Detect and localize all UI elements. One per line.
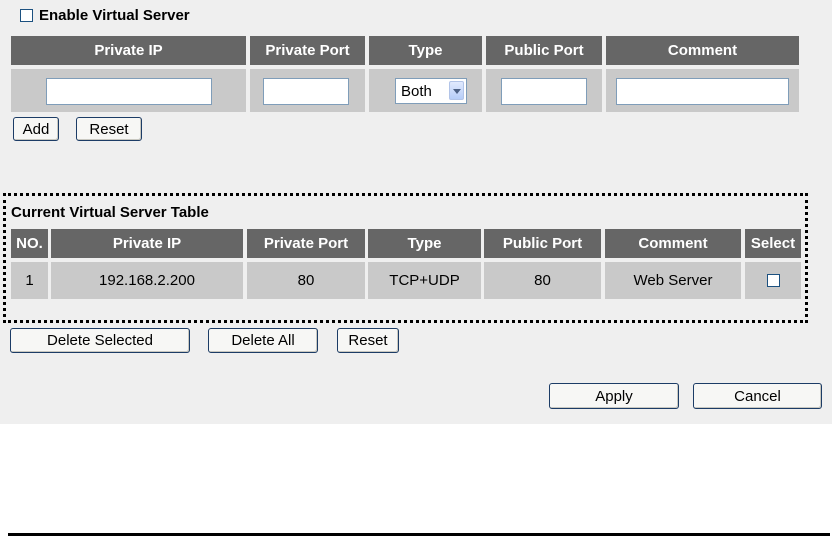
delete-selected-button[interactable]: Delete Selected (10, 328, 190, 353)
table-header-private-ip: Private IP (51, 229, 243, 258)
table-cell-type: TCP+UDP (368, 262, 481, 299)
table-cell-public-port: 80 (484, 262, 601, 299)
table-reset-button[interactable]: Reset (337, 328, 399, 353)
private-ip-input[interactable] (46, 78, 212, 105)
public-port-input[interactable] (501, 78, 587, 105)
apply-button[interactable]: Apply (549, 383, 679, 409)
form-header-public-port: Public Port (486, 36, 602, 65)
add-button[interactable]: Add (13, 117, 59, 141)
current-table-title: Current Virtual Server Table (11, 204, 209, 221)
cancel-button[interactable]: Cancel (693, 383, 822, 409)
table-header-private-port: Private Port (247, 229, 365, 258)
form-header-private-ip: Private IP (11, 36, 246, 65)
horizontal-rule (8, 533, 830, 536)
form-reset-button[interactable]: Reset (76, 117, 142, 141)
delete-all-button[interactable]: Delete All (208, 328, 318, 353)
table-cell-private-port: 80 (247, 262, 365, 299)
form-header-private-port: Private Port (250, 36, 365, 65)
table-cell-comment: Web Server (605, 262, 741, 299)
table-cell-private-ip: 192.168.2.200 (51, 262, 243, 299)
form-header-type: Type (369, 36, 482, 65)
comment-input[interactable] (616, 78, 789, 105)
table-header-comment: Comment (605, 229, 741, 258)
type-select-value: Both (401, 83, 432, 100)
table-cell-select (745, 262, 801, 299)
chevron-down-icon[interactable] (449, 81, 464, 100)
table-header-type: Type (368, 229, 481, 258)
table-header-no: NO. (11, 229, 48, 258)
virtual-server-panel: Enable Virtual Server Private IP Private… (0, 0, 832, 424)
table-header-public-port: Public Port (484, 229, 601, 258)
table-header-select: Select (745, 229, 801, 258)
form-header-comment: Comment (606, 36, 799, 65)
table-cell-no: 1 (11, 262, 48, 299)
enable-virtual-server-label: Enable Virtual Server (39, 7, 190, 24)
enable-virtual-server-checkbox[interactable] (20, 9, 33, 22)
row-select-checkbox[interactable] (766, 274, 780, 287)
type-select[interactable]: Both (395, 78, 467, 104)
private-port-input[interactable] (263, 78, 349, 105)
